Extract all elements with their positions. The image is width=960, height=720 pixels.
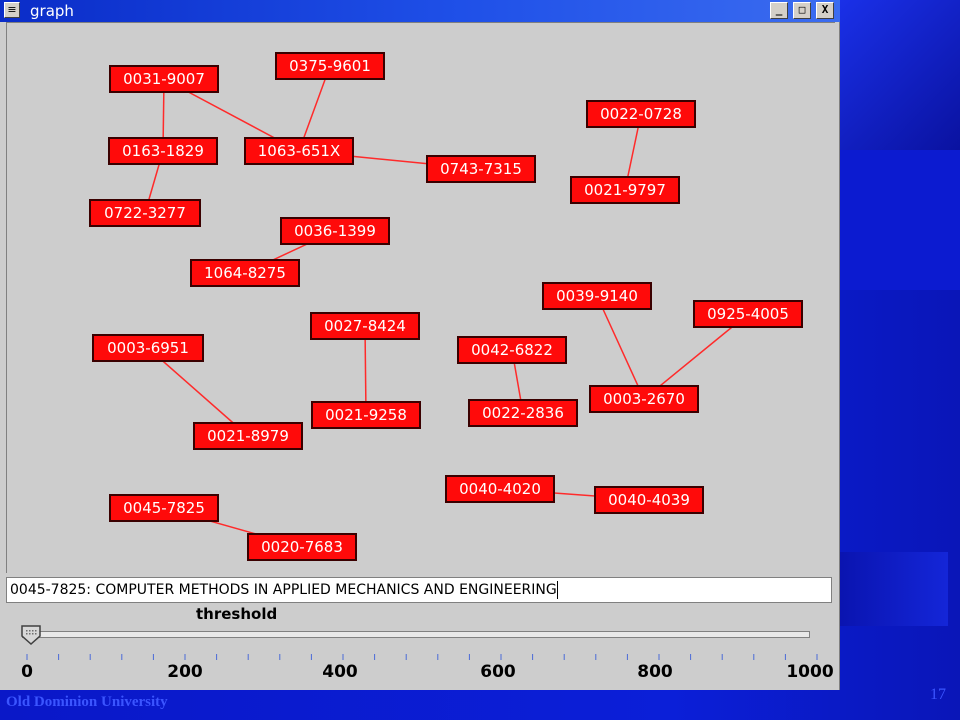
graph-node[interactable]: 0039-9140 [542,282,652,310]
graph-node[interactable]: 0163-1829 [108,137,218,165]
graph-node[interactable]: 0040-4039 [594,486,704,514]
decor-panel [840,552,948,626]
graph-node[interactable]: 0722-3277 [89,199,201,227]
graph-node[interactable]: 1063-651X [244,137,354,165]
slider-tick-label: 0 [21,662,33,682]
graph-edges [144,65,749,548]
graph-node[interactable]: 0020-7683 [247,533,357,561]
graph-node[interactable]: 1064-8275 [190,259,300,287]
journal-info-field[interactable]: 0045-7825: COMPUTER METHODS IN APPLIED M… [6,577,832,603]
graph-node[interactable]: 0003-6951 [92,334,204,362]
graph-node[interactable]: 0022-0728 [586,100,696,128]
graph-node[interactable]: 0021-8979 [193,422,303,450]
graph-window: ≡ graph _ □ X 0031-9007 0375-9601 0163-182… [0,0,840,690]
graph-node[interactable]: 0021-9258 [311,401,421,429]
maximize-button[interactable]: □ [793,2,811,19]
graph-node[interactable]: 0925-4005 [693,300,803,328]
slider-tick-label: 600 [480,662,516,682]
journal-info-text: 0045-7825: COMPUTER METHODS IN APPLIED M… [10,582,557,598]
graph-node[interactable]: 0027-8424 [310,312,420,340]
slide-footer: Old Dominion University [6,694,168,710]
slider-tick-label: 200 [167,662,203,682]
minimize-button[interactable]: _ [770,2,788,19]
slider-tick-label: 1000 [786,662,834,682]
decor-panel [840,150,960,290]
graph-node[interactable]: 0042-6822 [457,336,567,364]
graph-node[interactable]: 0021-9797 [570,176,680,204]
window-title: graph [30,2,74,20]
graph-edge [596,295,645,400]
graph-node[interactable]: 0031-9007 [109,65,219,93]
graph-node[interactable]: 0743-7315 [426,155,536,183]
slider-ticks [26,654,818,660]
graph-node[interactable]: 0022-2836 [468,399,578,427]
decor-panel [840,0,960,150]
slider-tick-label: 800 [637,662,673,682]
title-bar[interactable]: ≡ graph _ □ X [0,0,840,22]
graph-node[interactable]: 0003-2670 [589,385,699,413]
graph-node[interactable]: 0040-4020 [445,475,555,503]
graph-canvas[interactable]: 0031-9007 0375-9601 0163-1829 1063-651X 0743… [6,22,835,573]
close-button[interactable]: X [816,2,834,19]
threshold-slider-thumb[interactable] [20,624,42,646]
menu-lines-icon[interactable]: ≡ [4,2,20,18]
graph-node[interactable]: 0375-9601 [275,52,385,80]
slider-tick-label: 400 [322,662,358,682]
slide-page-number: 17 [930,686,946,703]
text-caret [556,581,558,599]
graph-node[interactable]: 0045-7825 [109,494,219,522]
graph-node[interactable]: 0036-1399 [280,217,390,245]
threshold-slider-track[interactable] [22,631,810,638]
threshold-label: threshold [196,605,278,623]
